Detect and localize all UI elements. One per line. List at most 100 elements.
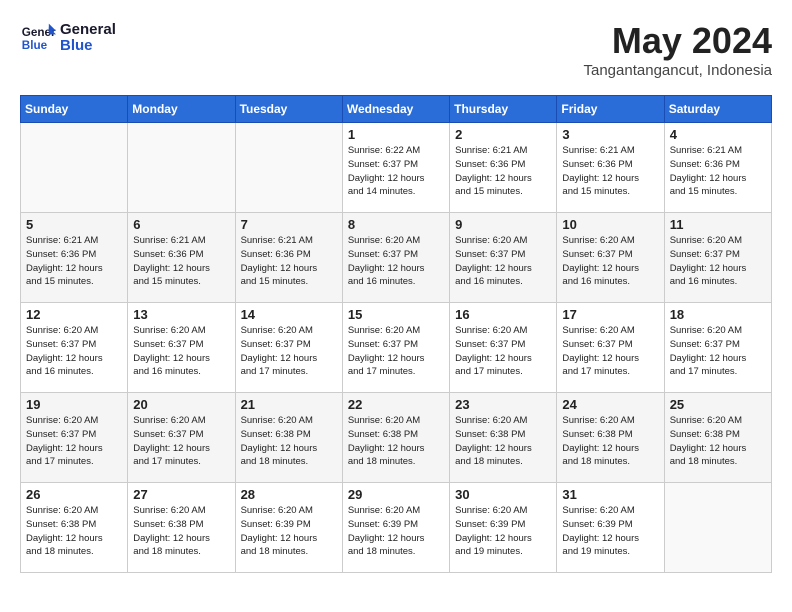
day-info: Sunrise: 6:20 AMSunset: 6:37 PMDaylight:…	[133, 414, 229, 469]
days-of-week-row: SundayMondayTuesdayWednesdayThursdayFrid…	[21, 96, 772, 123]
day-header-tuesday: Tuesday	[235, 96, 342, 123]
day-cell-4: 4 Sunrise: 6:21 AMSunset: 6:36 PMDaylight…	[664, 123, 771, 213]
day-info: Sunrise: 6:21 AMSunset: 6:36 PMDaylight:…	[455, 144, 551, 199]
day-info: Sunrise: 6:20 AMSunset: 6:39 PMDaylight:…	[455, 504, 551, 559]
day-number: 7	[241, 217, 337, 232]
page-header: General Blue General Blue May 2024 Tanga…	[20, 20, 772, 79]
week-row-3: 12 Sunrise: 6:20 AMSunset: 6:37 PMDayligh…	[21, 303, 772, 393]
day-cell-17: 17 Sunrise: 6:20 AMSunset: 6:37 PMDayligh…	[557, 303, 664, 393]
empty-cell	[128, 123, 235, 213]
day-info: Sunrise: 6:20 AMSunset: 6:38 PMDaylight:…	[455, 414, 551, 469]
day-info: Sunrise: 6:20 AMSunset: 6:38 PMDaylight:…	[26, 504, 122, 559]
day-cell-15: 15 Sunrise: 6:20 AMSunset: 6:37 PMDayligh…	[342, 303, 449, 393]
day-number: 5	[26, 217, 122, 232]
day-cell-22: 22Sunrise: 6:20 AMSunset: 6:38 PMDayligh…	[342, 393, 449, 483]
day-info: Sunrise: 6:21 AMSunset: 6:36 PMDaylight:…	[241, 234, 337, 289]
day-number: 12	[26, 307, 122, 322]
day-number: 4	[670, 127, 766, 142]
day-number: 30	[455, 487, 551, 502]
day-cell-20: 20 Sunrise: 6:20 AMSunset: 6:37 PMDayligh…	[128, 393, 235, 483]
day-cell-25: 25 Sunrise: 6:20 AMSunset: 6:38 PMDayligh…	[664, 393, 771, 483]
day-info: Sunrise: 6:20 AMSunset: 6:38 PMDaylight:…	[348, 414, 444, 469]
day-number: 2	[455, 127, 551, 142]
day-header-monday: Monday	[128, 96, 235, 123]
day-number: 26	[26, 487, 122, 502]
day-number: 29	[348, 487, 444, 502]
day-header-sunday: Sunday	[21, 96, 128, 123]
day-info: Sunrise: 6:20 AMSunset: 6:37 PMDaylight:…	[562, 234, 658, 289]
day-cell-23: 23 Sunrise: 6:20 AMSunset: 6:38 PMDayligh…	[450, 393, 557, 483]
day-info: Sunrise: 6:20 AMSunset: 6:37 PMDaylight:…	[241, 324, 337, 379]
day-info: Sunrise: 6:20 AMSunset: 6:39 PMDaylight:…	[348, 504, 444, 559]
day-cell-12: 12Sunrise: 6:20 AMSunset: 6:37 PMDayligh…	[21, 303, 128, 393]
day-number: 11	[670, 217, 766, 232]
day-cell-26: 26 Sunrise: 6:20 AMSunset: 6:38 PMDayligh…	[21, 483, 128, 573]
calendar-table: SundayMondayTuesdayWednesdayThursdayFrid…	[20, 95, 772, 573]
day-number: 16	[455, 307, 551, 322]
day-number: 24	[562, 397, 658, 412]
location: Tangantangancut, Indonesia	[584, 62, 773, 79]
day-number: 28	[241, 487, 337, 502]
day-header-wednesday: Wednesday	[342, 96, 449, 123]
day-cell-6: 6 Sunrise: 6:21 AMSunset: 6:36 PMDaylight…	[128, 213, 235, 303]
empty-cell	[235, 123, 342, 213]
month-year: May 2024	[584, 20, 773, 62]
day-info: Sunrise: 6:21 AMSunset: 6:36 PMDaylight:…	[133, 234, 229, 289]
logo-line1: General	[60, 22, 116, 39]
day-info: Sunrise: 6:20 AMSunset: 6:38 PMDaylight:…	[133, 504, 229, 559]
day-number: 8	[348, 217, 444, 232]
day-number: 15	[348, 307, 444, 322]
day-cell-10: 10 Sunrise: 6:20 AMSunset: 6:37 PMDayligh…	[557, 213, 664, 303]
day-header-thursday: Thursday	[450, 96, 557, 123]
calendar-body: 1 Sunrise: 6:22 AMSunset: 6:37 PMDaylight…	[21, 123, 772, 573]
day-cell-29: 29 Sunrise: 6:20 AMSunset: 6:39 PMDayligh…	[342, 483, 449, 573]
day-number: 14	[241, 307, 337, 322]
day-info: Sunrise: 6:20 AMSunset: 6:38 PMDaylight:…	[670, 414, 766, 469]
day-info: Sunrise: 6:20 AMSunset: 6:37 PMDaylight:…	[562, 324, 658, 379]
day-number: 27	[133, 487, 229, 502]
day-number: 20	[133, 397, 229, 412]
logo-line2: Blue	[60, 38, 116, 55]
calendar-header: SundayMondayTuesdayWednesdayThursdayFrid…	[21, 96, 772, 123]
day-cell-27: 27 Sunrise: 6:20 AMSunset: 6:38 PMDayligh…	[128, 483, 235, 573]
day-info: Sunrise: 6:20 AMSunset: 6:37 PMDaylight:…	[455, 234, 551, 289]
day-cell-11: 11 Sunrise: 6:20 AMSunset: 6:37 PMDayligh…	[664, 213, 771, 303]
day-number: 10	[562, 217, 658, 232]
day-number: 25	[670, 397, 766, 412]
day-number: 21	[241, 397, 337, 412]
day-info: Sunrise: 6:22 AMSunset: 6:37 PMDaylight:…	[348, 144, 444, 199]
week-row-1: 1 Sunrise: 6:22 AMSunset: 6:37 PMDaylight…	[21, 123, 772, 213]
day-cell-28: 28 Sunrise: 6:20 AMSunset: 6:39 PMDayligh…	[235, 483, 342, 573]
day-info: Sunrise: 6:20 AMSunset: 6:39 PMDaylight:…	[562, 504, 658, 559]
day-info: Sunrise: 6:20 AMSunset: 6:37 PMDaylight:…	[26, 414, 122, 469]
day-number: 18	[670, 307, 766, 322]
day-cell-14: 14 Sunrise: 6:20 AMSunset: 6:37 PMDayligh…	[235, 303, 342, 393]
day-cell-9: 9Sunrise: 6:20 AMSunset: 6:37 PMDaylight…	[450, 213, 557, 303]
day-info: Sunrise: 6:21 AMSunset: 6:36 PMDaylight:…	[670, 144, 766, 199]
day-cell-24: 24 Sunrise: 6:20 AMSunset: 6:38 PMDayligh…	[557, 393, 664, 483]
day-header-friday: Friday	[557, 96, 664, 123]
day-cell-30: 30 Sunrise: 6:20 AMSunset: 6:39 PMDayligh…	[450, 483, 557, 573]
day-info: Sunrise: 6:20 AMSunset: 6:37 PMDaylight:…	[348, 234, 444, 289]
day-cell-16: 16 Sunrise: 6:20 AMSunset: 6:37 PMDayligh…	[450, 303, 557, 393]
day-info: Sunrise: 6:20 AMSunset: 6:39 PMDaylight:…	[241, 504, 337, 559]
day-info: Sunrise: 6:20 AMSunset: 6:38 PMDaylight:…	[562, 414, 658, 469]
day-info: Sunrise: 6:21 AMSunset: 6:36 PMDaylight:…	[562, 144, 658, 199]
day-info: Sunrise: 6:20 AMSunset: 6:37 PMDaylight:…	[133, 324, 229, 379]
week-row-2: 5 Sunrise: 6:21 AMSunset: 6:36 PMDaylight…	[21, 213, 772, 303]
day-info: Sunrise: 6:20 AMSunset: 6:37 PMDaylight:…	[348, 324, 444, 379]
title-block: May 2024 Tangantangancut, Indonesia	[584, 20, 773, 79]
day-cell-7: 7 Sunrise: 6:21 AMSunset: 6:36 PMDaylight…	[235, 213, 342, 303]
day-number: 17	[562, 307, 658, 322]
day-number: 23	[455, 397, 551, 412]
day-number: 6	[133, 217, 229, 232]
day-info: Sunrise: 6:20 AMSunset: 6:37 PMDaylight:…	[670, 234, 766, 289]
svg-text:Blue: Blue	[22, 39, 48, 52]
day-number: 3	[562, 127, 658, 142]
empty-cell	[664, 483, 771, 573]
logo: General Blue General Blue	[20, 20, 116, 56]
day-number: 1	[348, 127, 444, 142]
week-row-4: 19Sunrise: 6:20 AMSunset: 6:37 PMDayligh…	[21, 393, 772, 483]
day-info: Sunrise: 6:20 AMSunset: 6:37 PMDaylight:…	[455, 324, 551, 379]
day-cell-5: 5Sunrise: 6:21 AMSunset: 6:36 PMDaylight…	[21, 213, 128, 303]
